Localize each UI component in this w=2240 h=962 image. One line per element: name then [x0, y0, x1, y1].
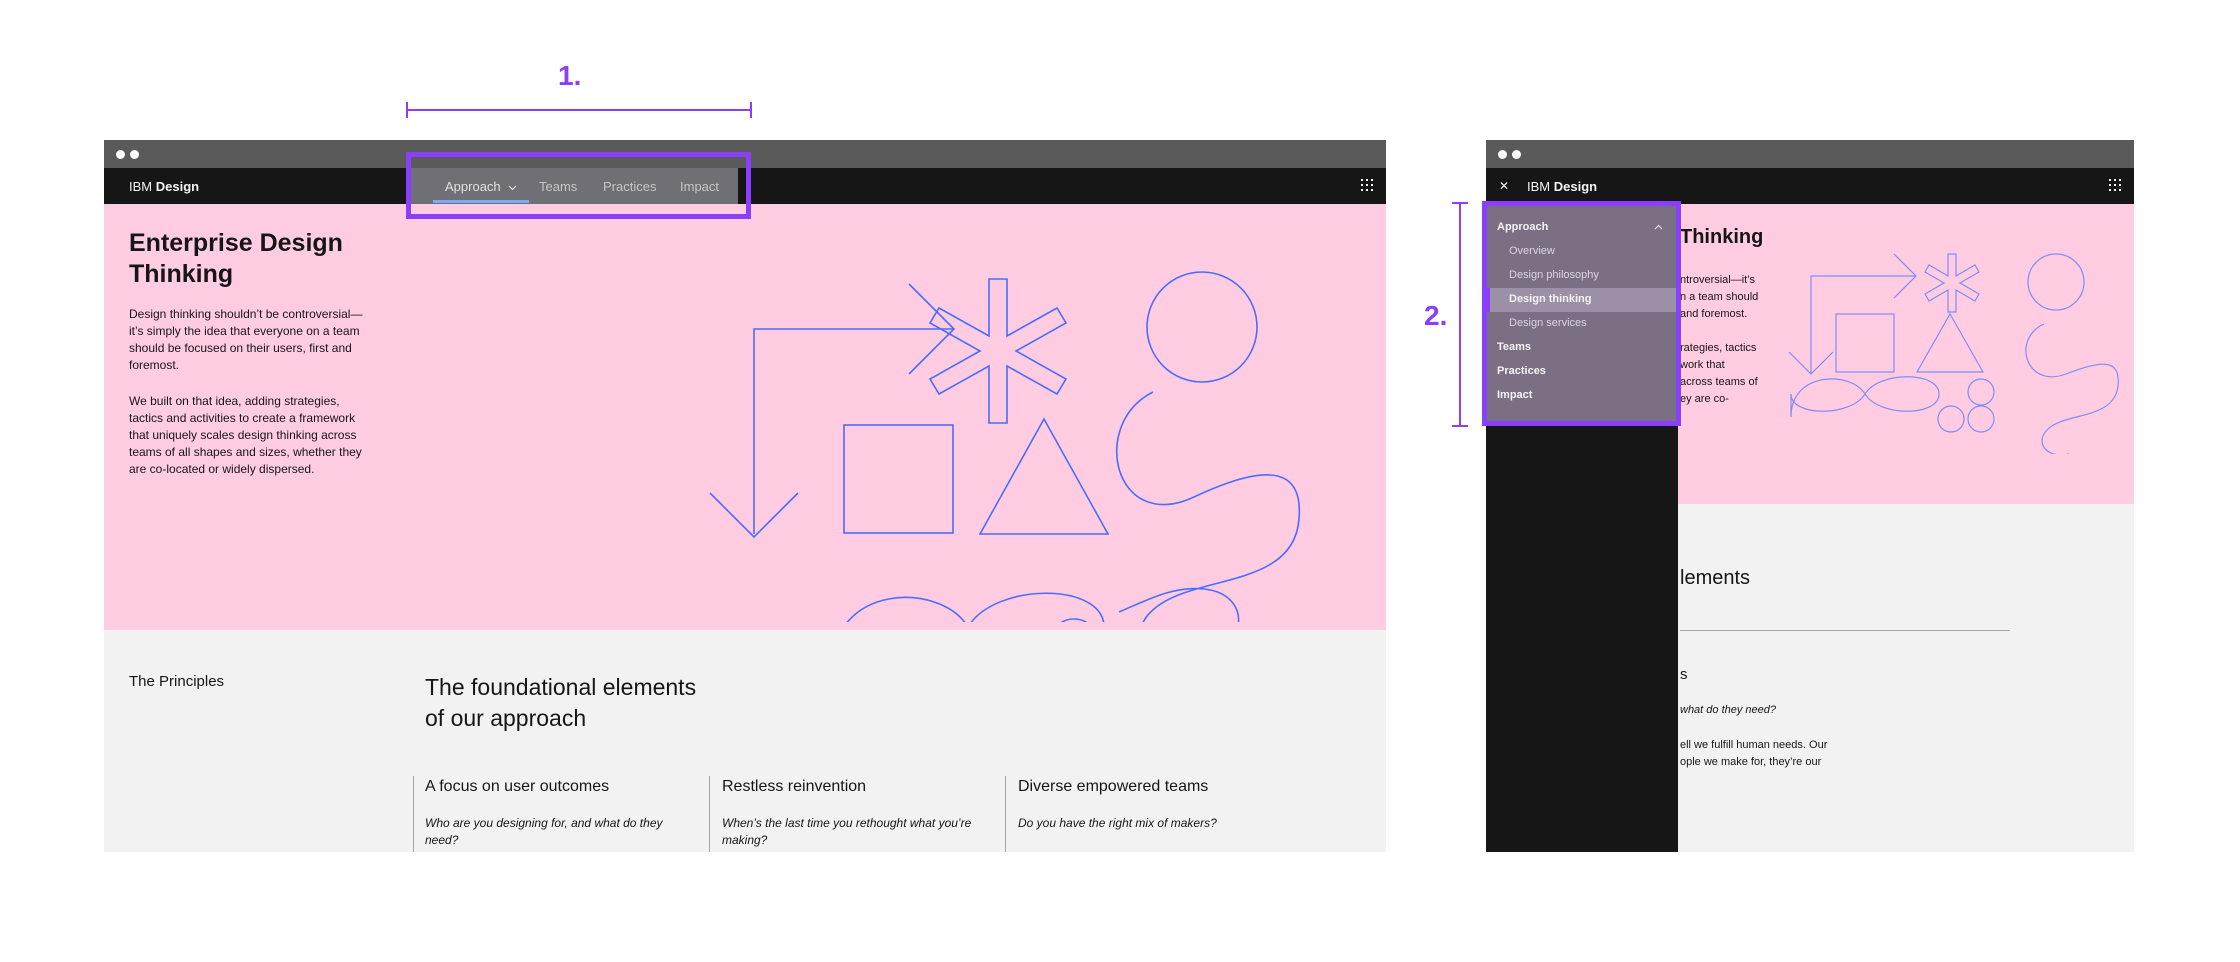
principles-heading: The foundational elements of our approac…: [425, 674, 697, 731]
principle-question-fragment: what do they need?: [1680, 704, 1777, 716]
principles-heading-fragment: lements: [1680, 567, 1751, 589]
small-circle-shape: [1060, 618, 1088, 622]
hero-title-fragment: Thinking: [1680, 226, 1764, 248]
close-icon[interactable]: ✕: [1499, 179, 1509, 193]
column-divider: [709, 776, 710, 852]
window-dot-icon: [1498, 150, 1507, 159]
square-shape: [843, 424, 954, 534]
design-thinking-shapes-illustration: [709, 271, 1301, 622]
hero-section: Enterprise Design Thinking Design thinki…: [104, 204, 1386, 630]
app-switcher-icon[interactable]: [2109, 179, 2123, 193]
principle-question: Do you have the right mix of makers?: [1018, 816, 1217, 830]
hero-title: Enterprise Design Thinking: [129, 229, 343, 288]
browser-chrome: [1486, 140, 2134, 168]
principle-title: A focus on user outcomes: [425, 778, 610, 795]
window-dot-icon: [116, 150, 125, 159]
hero-paragraph-2: We built on that idea, adding strategies…: [129, 394, 362, 476]
principles-label: The Principles: [129, 673, 225, 690]
annotation-number-2: 2.: [1424, 300, 1448, 331]
column-divider: [413, 776, 414, 852]
annotation-box-1: [406, 152, 751, 219]
principle-title-fragment: s: [1680, 666, 1688, 683]
divider: [1680, 630, 2010, 631]
infinity-shape: [846, 592, 1104, 622]
asterisk-shape: [928, 278, 1068, 424]
app-switcher-icon[interactable]: [1361, 179, 1375, 193]
annotation-box-2: [1482, 201, 1681, 426]
annotation-bracket-1: [406, 102, 752, 118]
hero-paragraph-1: Design thinking shouldn’t be controversi…: [129, 307, 363, 372]
principle-title: Restless reinvention: [722, 778, 867, 795]
principle-body-fragment: ell we fulfill human needs. Our ople we …: [1680, 739, 1828, 768]
annotation-bracket-2: [1452, 202, 1468, 427]
masthead: ✕ IBM Design: [1486, 168, 2134, 204]
principle-question: When’s the last time you rethought what …: [722, 816, 972, 847]
triangle-shape: [978, 417, 1110, 535]
hero-text-fragment: ntroversial—it’s n a team should and for…: [1680, 274, 1759, 405]
desktop-browser-window: IBM Design Approach Teams Practices Impa…: [104, 140, 1386, 852]
annotation-number-1: 1.: [558, 60, 582, 91]
brand-logo[interactable]: IBM Design: [129, 179, 199, 194]
principle-title: Diverse empowered teams: [1018, 778, 1209, 795]
principle-question: Who are you designing for, and what do t…: [425, 816, 663, 847]
window-dot-icon: [1512, 150, 1521, 159]
circle-shape: [1146, 271, 1258, 383]
principles-section: The Principles The foundational elements…: [104, 630, 1386, 852]
column-divider: [1005, 776, 1006, 852]
brand-logo[interactable]: IBM Design: [1527, 179, 1597, 194]
squiggle-shape: [1116, 391, 1301, 622]
window-dot-icon: [130, 150, 139, 159]
design-thinking-shapes-illustration: [1788, 253, 2119, 454]
